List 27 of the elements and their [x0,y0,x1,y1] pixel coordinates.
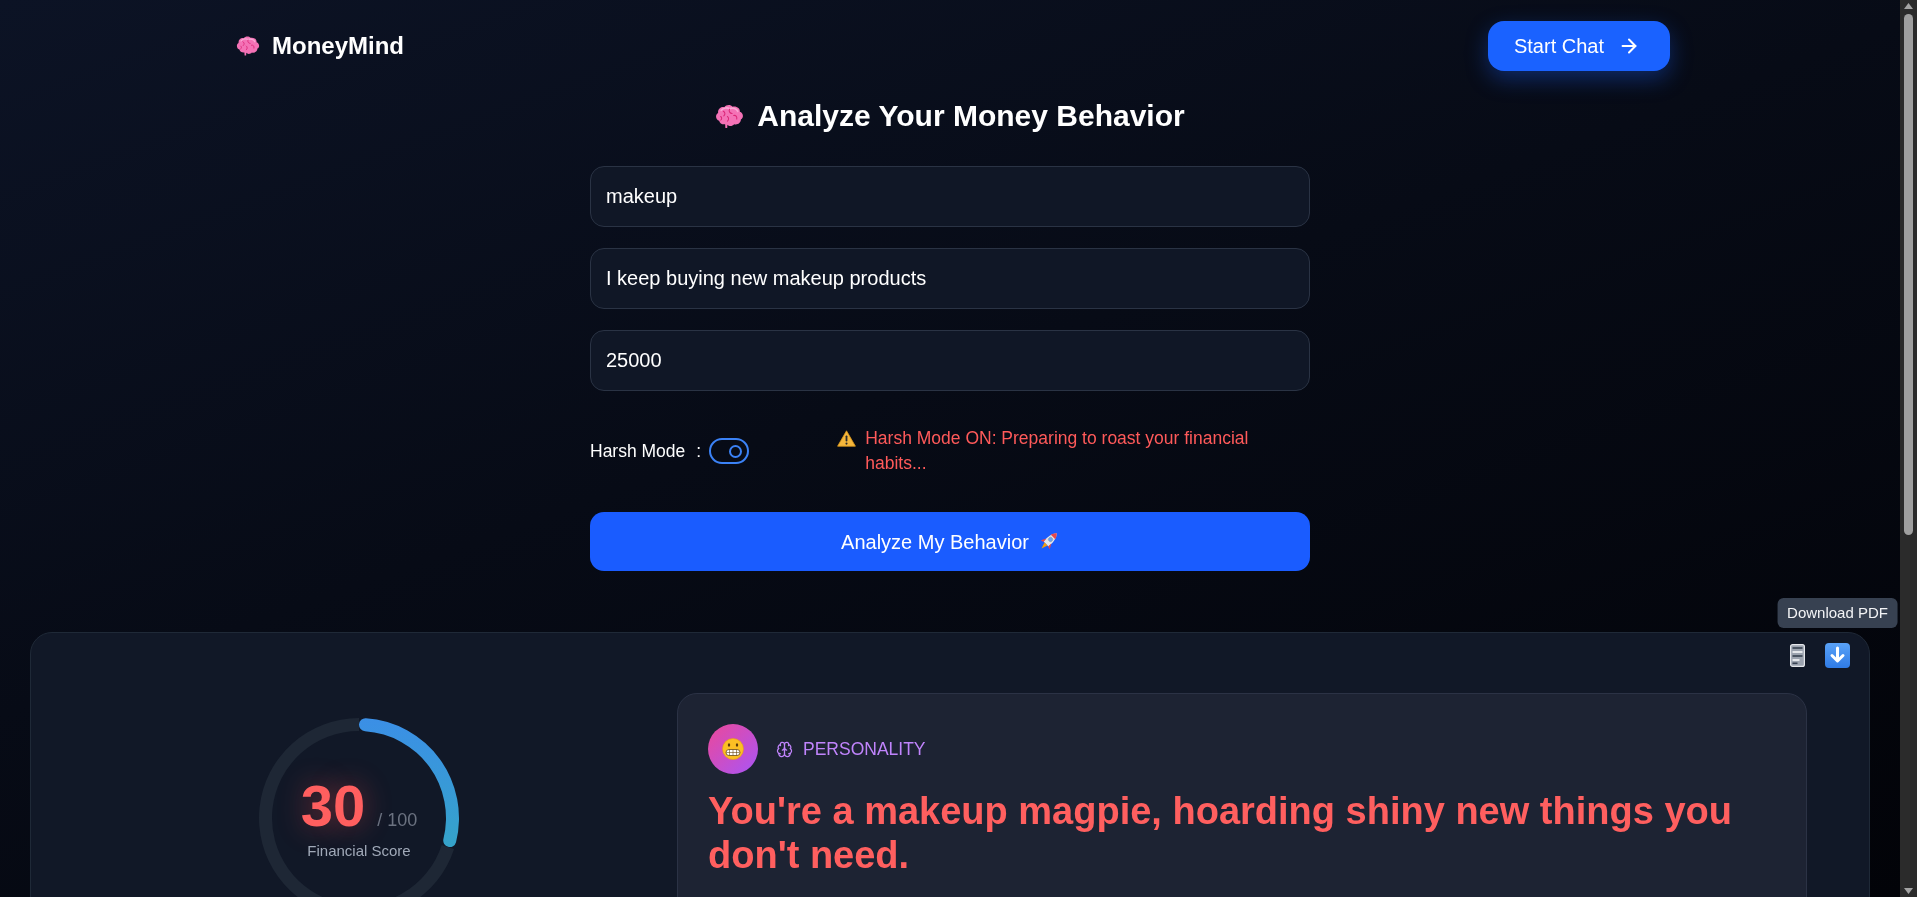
brand-name: MoneyMind [272,31,404,61]
label-colon: : [696,440,702,462]
page-heading: Analyze Your Money Behavior [757,98,1185,134]
analyze-button[interactable]: Analyze My Behavior [590,512,1310,571]
tooltip: Download PDF [1777,598,1898,628]
input-field[interactable]: 25000 [590,330,1310,391]
document-icon[interactable] [1790,644,1805,667]
input-field[interactable]: makeup [590,166,1310,227]
scroll-up-icon[interactable] [1904,3,1913,9]
brain-icon [236,34,260,58]
personality-headline: You're a makeup magpie, hoarding shiny new things you don't need. [708,789,1733,877]
start-chat-button[interactable]: Start Chat [1487,21,1670,71]
score-value: 30 [300,776,366,835]
brain-icon [776,740,793,758]
scrollbar-thumb[interactable] [1904,14,1913,535]
input-field[interactable]: I keep buying new makeup products [590,248,1310,309]
personality-label: PERSONALITY [803,738,926,760]
harsh-mode-label: Harsh Mode [590,440,686,462]
harsh-mode-toggle[interactable] [709,438,750,464]
download-icon[interactable] [1825,643,1850,668]
score-max: / 100 [377,808,418,831]
warning-icon [837,430,857,447]
scroll-down-icon[interactable] [1904,888,1913,894]
grimacing-face-icon [708,724,758,774]
harsh-mode-warning: Harsh Mode ON: Preparing to roast your financial habits... [865,427,1250,475]
score-label: Financial Score [307,841,411,860]
toggle-knob [729,444,743,458]
